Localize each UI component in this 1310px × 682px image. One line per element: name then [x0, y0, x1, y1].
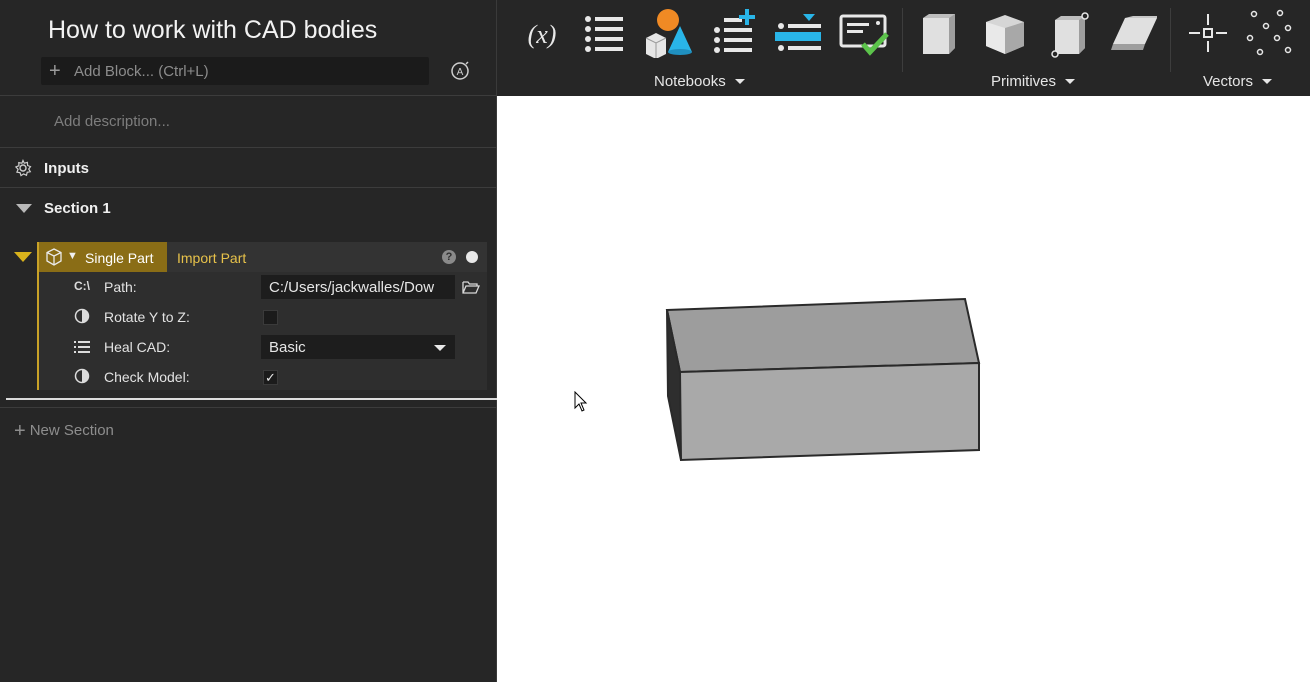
- inputs-label: Inputs: [44, 160, 89, 177]
- box-by-points-icon[interactable]: [1045, 8, 1095, 58]
- vectors-group-label: Vectors: [1203, 73, 1254, 90]
- primitives-group-dropdown[interactable]: Primitives: [991, 73, 1076, 90]
- point-icon[interactable]: [1183, 8, 1233, 58]
- heal-cad-select[interactable]: Basic: [261, 335, 455, 359]
- geometry-shapes-icon[interactable]: [644, 8, 694, 58]
- 3d-viewport[interactable]: [497, 96, 1310, 682]
- section-end-divider: [6, 398, 497, 400]
- section-header[interactable]: Section 1: [0, 188, 497, 228]
- help-icon[interactable]: ?: [442, 250, 456, 264]
- inputs-header[interactable]: Inputs: [0, 148, 497, 188]
- add-block-input[interactable]: + Add Block... (Ctrl+L): [41, 57, 429, 85]
- insert-row-icon[interactable]: [773, 8, 823, 58]
- dropdown-caret-icon: [434, 345, 446, 351]
- boolean-half-circle-icon: [74, 308, 90, 324]
- toolbar-separator: [902, 8, 903, 72]
- collapse-caret-icon[interactable]: [16, 204, 32, 213]
- add-block-placeholder: Add Block... (Ctrl+L): [74, 63, 209, 80]
- box-primitive-icon[interactable]: [915, 8, 965, 58]
- new-section-button[interactable]: + New Section: [14, 418, 114, 442]
- import-part-block: ▼ Single Part Import Part ? C:\ Path: C:…: [37, 242, 487, 390]
- rotate-checkbox[interactable]: [263, 310, 278, 325]
- ribbon-toolbar: (x) Notebooks Primitives Vectors: [497, 0, 1310, 96]
- cube-primitive-icon[interactable]: [980, 8, 1030, 58]
- param-label: Path:: [104, 279, 137, 295]
- check-model-checkbox[interactable]: ✓: [263, 370, 278, 385]
- block-header[interactable]: ▼ Single Part Import Part ?: [39, 242, 487, 272]
- new-section-label: New Section: [29, 422, 114, 439]
- block-type-tag[interactable]: ▼ Single Part: [39, 242, 167, 272]
- chevron-down-icon: [734, 79, 745, 84]
- plus-icon: +: [14, 420, 26, 442]
- notebook-title[interactable]: How to work with CAD bodies: [48, 16, 377, 45]
- description-field[interactable]: Add description...: [54, 113, 170, 130]
- list-icon[interactable]: [580, 8, 630, 58]
- folder-open-icon[interactable]: [462, 279, 480, 295]
- add-list-item-icon[interactable]: [709, 8, 759, 58]
- primitives-group-label: Primitives: [991, 73, 1057, 90]
- param-label: Rotate Y to Z:: [104, 309, 190, 325]
- ai-assistant-icon[interactable]: A: [450, 61, 470, 81]
- cad-body-box[interactable]: [497, 96, 1310, 682]
- divider: [0, 95, 497, 96]
- notebook-panel: How to work with CAD bodies + Add Block.…: [0, 0, 497, 682]
- param-row-path: C:\ Path: C:/Users/jackwalles/Dow: [39, 272, 487, 302]
- section-label: Section 1: [44, 200, 111, 217]
- divider: [0, 407, 497, 408]
- param-row-heal: Heal CAD: Basic: [39, 332, 487, 362]
- plus-icon: +: [49, 60, 61, 82]
- vectors-group-dropdown[interactable]: Vectors: [1203, 73, 1273, 90]
- heal-cad-value: Basic: [269, 339, 306, 356]
- boolean-half-circle-icon: [74, 368, 90, 384]
- notebooks-group-dropdown[interactable]: Notebooks: [654, 73, 745, 90]
- param-label: Heal CAD:: [104, 339, 171, 355]
- chevron-down-icon: [1065, 79, 1076, 84]
- svg-text:A: A: [457, 67, 464, 78]
- chevron-down-icon: ▼: [67, 250, 78, 262]
- block-collapse-caret-icon[interactable]: [14, 252, 32, 262]
- list-icon: [74, 341, 90, 353]
- cube-icon: [46, 248, 62, 266]
- variable-icon[interactable]: (x): [517, 8, 567, 58]
- parallelepiped-icon[interactable]: [1109, 8, 1159, 58]
- path-input[interactable]: C:/Users/jackwalles/Dow: [261, 275, 455, 299]
- param-row-check: Check Model: ✓: [39, 362, 487, 392]
- block-name[interactable]: Import Part: [177, 250, 246, 266]
- param-label: Check Model:: [104, 369, 190, 385]
- chevron-down-icon: [1262, 79, 1273, 84]
- variable-icon-text: (x): [528, 20, 557, 49]
- validation-check-icon[interactable]: [839, 8, 889, 58]
- notebooks-group-label: Notebooks: [654, 73, 726, 90]
- point-cloud-icon[interactable]: [1244, 8, 1294, 58]
- mouse-cursor-icon: [574, 391, 588, 412]
- toolbar-separator: [1170, 8, 1171, 72]
- param-row-rotate: Rotate Y to Z:: [39, 302, 487, 332]
- inputs-gear-icon: [14, 159, 32, 177]
- block-type-label: Single Part: [85, 250, 154, 266]
- path-icon: C:\: [74, 279, 90, 293]
- path-value: C:/Users/jackwalles/Dow: [269, 279, 435, 296]
- status-dot-icon: [466, 251, 478, 263]
